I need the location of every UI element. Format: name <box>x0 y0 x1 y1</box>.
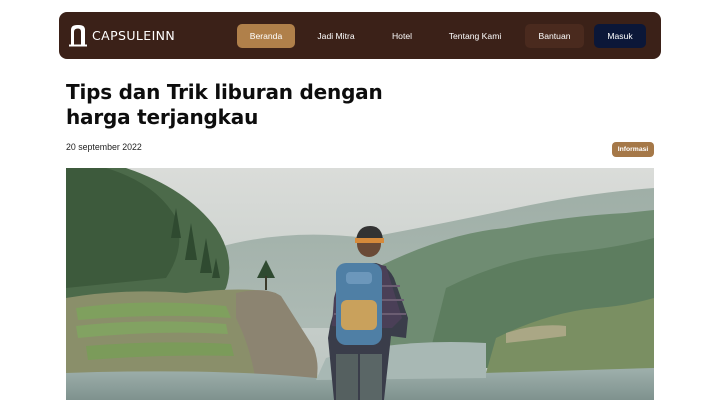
category-badge[interactable]: Informasi <box>612 142 654 157</box>
nav-hotel[interactable]: Hotel <box>378 24 426 48</box>
login-button[interactable]: Masuk <box>594 24 646 48</box>
article-title: Tips dan Trik liburan dengan harga terja… <box>66 80 426 130</box>
article-title-line-2: harga terjangkau <box>66 105 259 129</box>
article-date: 20 september 2022 <box>66 142 142 152</box>
nav-tentang-kami[interactable]: Tentang Kami <box>436 24 514 48</box>
nav-bantuan[interactable]: Bantuan <box>525 24 584 48</box>
nav-beranda[interactable]: Beranda <box>237 24 295 48</box>
brand-name: CAPSULEINN <box>92 28 176 43</box>
capsule-logo-icon <box>69 25 87 47</box>
brand-logo[interactable]: CAPSULEINN <box>69 23 175 48</box>
top-navbar: CAPSULEINN Beranda Jadi Mitra Hotel Tent… <box>59 12 661 59</box>
hero-image <box>66 168 654 400</box>
article-title-line-1: Tips dan Trik liburan dengan <box>66 80 383 104</box>
nav-jadi-mitra[interactable]: Jadi Mitra <box>304 24 368 48</box>
